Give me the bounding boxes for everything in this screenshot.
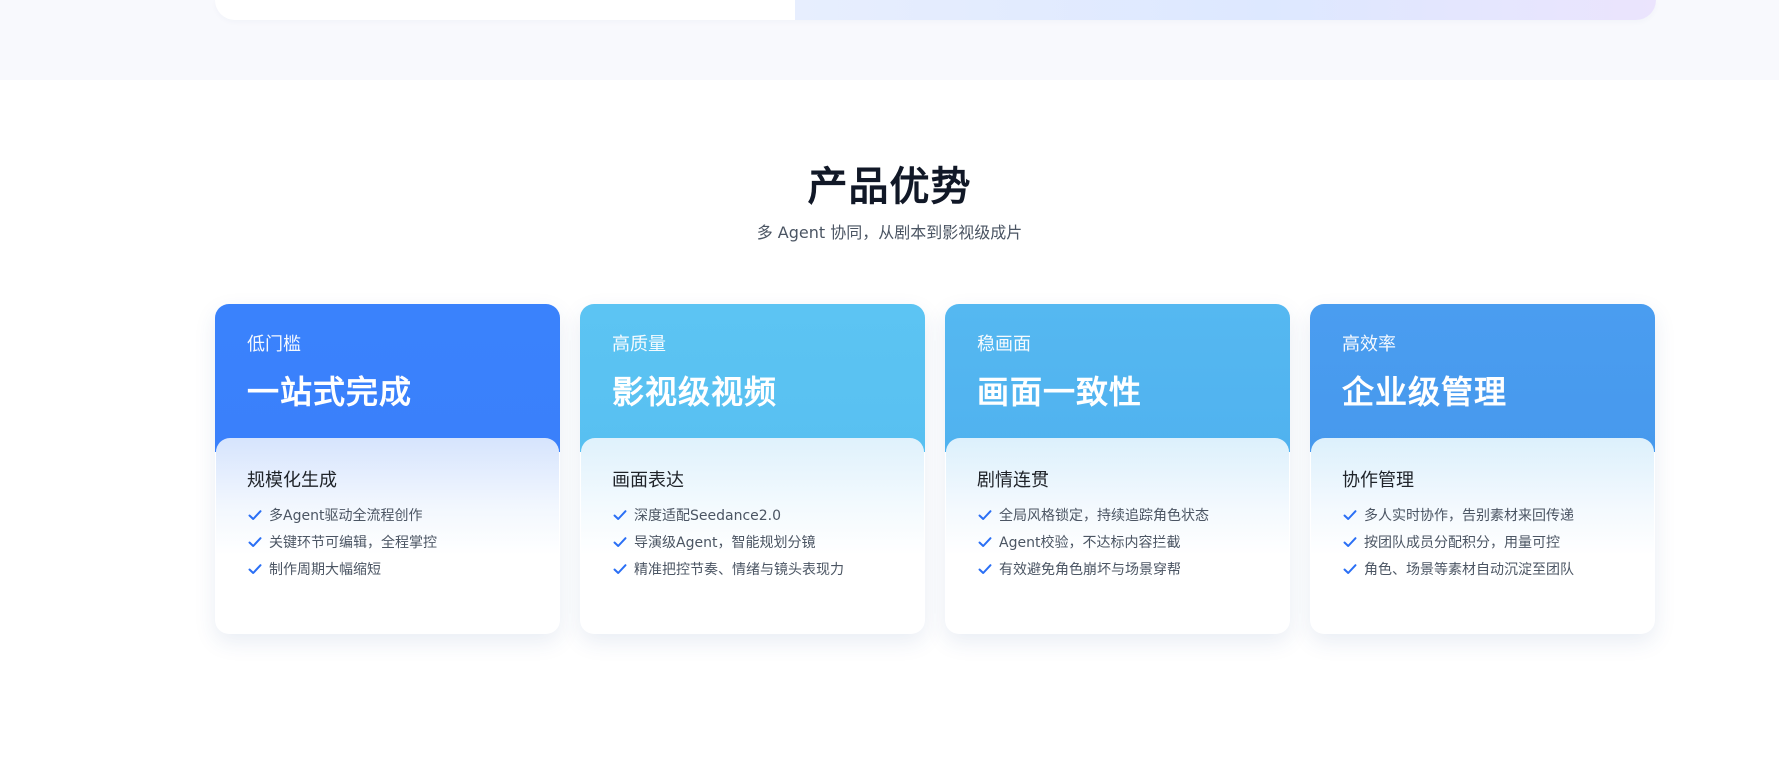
card-body-title: 协作管理 xyxy=(1342,470,1414,491)
card-body: 剧情连贯 全局风格锁定，持续追踪角色状态 Agent校验，不达标内容拦截 有效避… xyxy=(946,438,1289,633)
card-headline: 影视级视频 xyxy=(612,373,778,411)
check-icon xyxy=(1342,534,1358,550)
card-body: 画面表达 深度适配Seedance2.0 导演级Agent，智能规划分镜 精准把… xyxy=(581,438,924,633)
feature-text: 多人实时协作，告别素材来回传递 xyxy=(1364,507,1574,524)
feature-text: 按团队成员分配积分，用量可控 xyxy=(1364,534,1560,551)
feature-item: 角色、场景等素材自动沉淀至团队 xyxy=(1342,555,1574,582)
feature-item: 按团队成员分配积分，用量可控 xyxy=(1342,528,1574,555)
feature-item: 精准把控节奏、情绪与镜头表现力 xyxy=(612,555,844,582)
feature-item: 全局风格锁定，持续追踪角色状态 xyxy=(977,501,1209,528)
feature-list: 多人实时协作，告别素材来回传递 按团队成员分配积分，用量可控 角色、场景等素材自… xyxy=(1342,501,1574,582)
section-subtitle: 多 Agent 协同，从剧本到影视级成片 xyxy=(756,223,1023,242)
feature-text: 精准把控节奏、情绪与镜头表现力 xyxy=(634,561,844,578)
card-body-title: 剧情连贯 xyxy=(977,470,1049,491)
card-headline: 企业级管理 xyxy=(1342,373,1508,411)
feature-text: 制作周期大幅缩短 xyxy=(269,561,381,578)
feature-text: 深度适配Seedance2.0 xyxy=(634,507,782,524)
card-header: 高效率 企业级管理 xyxy=(1310,304,1655,452)
feature-item: 多人实时协作，告别素材来回传递 xyxy=(1342,501,1574,528)
check-icon xyxy=(977,507,993,523)
feature-list: 多Agent驱动全流程创作 关键环节可编辑，全程掌控 制作周期大幅缩短 xyxy=(247,501,437,582)
card-headline: 画面一致性 xyxy=(977,373,1143,411)
feature-text: 导演级Agent，智能规划分镜 xyxy=(634,534,816,551)
card-body: 规模化生成 多Agent驱动全流程创作 关键环节可编辑，全程掌控 制作周期大幅缩… xyxy=(216,438,559,633)
advantage-card-stable-visuals: 稳画面 画面一致性 剧情连贯 全局风格锁定，持续追踪角色状态 Agent校验，不… xyxy=(945,304,1290,634)
check-icon xyxy=(612,507,628,523)
feature-text: 有效避免角色崩坏与场景穿帮 xyxy=(999,561,1181,578)
check-icon xyxy=(612,561,628,577)
card-headline: 一站式完成 xyxy=(247,373,413,411)
feature-item: 多Agent驱动全流程创作 xyxy=(247,501,437,528)
feature-text: 多Agent驱动全流程创作 xyxy=(269,507,423,524)
previous-section-card xyxy=(215,0,1656,20)
card-header: 稳画面 画面一致性 xyxy=(945,304,1290,452)
advantage-card-low-barrier: 低门槛 一站式完成 规模化生成 多Agent驱动全流程创作 关键环节可编辑，全程… xyxy=(215,304,560,634)
feature-item: 关键环节可编辑，全程掌控 xyxy=(247,528,437,555)
check-icon xyxy=(1342,561,1358,577)
card-body: 协作管理 多人实时协作，告别素材来回传递 按团队成员分配积分，用量可控 角色、场… xyxy=(1311,438,1654,633)
card-label: 高质量 xyxy=(612,334,666,355)
card-header: 高质量 影视级视频 xyxy=(580,304,925,452)
card-label: 低门槛 xyxy=(247,334,301,355)
previous-card-left-panel xyxy=(215,0,795,20)
feature-item: 有效避免角色崩坏与场景穿帮 xyxy=(977,555,1209,582)
check-icon xyxy=(247,561,263,577)
previous-card-gradient-panel xyxy=(795,0,1656,20)
advantage-card-high-quality: 高质量 影视级视频 画面表达 深度适配Seedance2.0 导演级Agent，… xyxy=(580,304,925,634)
feature-list: 全局风格锁定，持续追踪角色状态 Agent校验，不达标内容拦截 有效避免角色崩坏… xyxy=(977,501,1209,582)
check-icon xyxy=(612,534,628,550)
check-icon xyxy=(1342,507,1358,523)
previous-section-background xyxy=(0,0,1779,80)
check-icon xyxy=(977,534,993,550)
card-label: 高效率 xyxy=(1342,334,1396,355)
feature-text: 角色、场景等素材自动沉淀至团队 xyxy=(1364,561,1574,578)
advantage-cards: 低门槛 一站式完成 规模化生成 多Agent驱动全流程创作 关键环节可编辑，全程… xyxy=(215,304,1656,634)
check-icon xyxy=(247,534,263,550)
card-body-title: 规模化生成 xyxy=(247,470,337,491)
advantage-card-high-efficiency: 高效率 企业级管理 协作管理 多人实时协作，告别素材来回传递 按团队成员分配积分… xyxy=(1310,304,1655,634)
feature-text: 全局风格锁定，持续追踪角色状态 xyxy=(999,507,1209,524)
feature-item: 导演级Agent，智能规划分镜 xyxy=(612,528,844,555)
card-header: 低门槛 一站式完成 xyxy=(215,304,560,452)
feature-item: 深度适配Seedance2.0 xyxy=(612,501,844,528)
check-icon xyxy=(977,561,993,577)
card-label: 稳画面 xyxy=(977,334,1031,355)
section-title: 产品优势 xyxy=(807,164,972,210)
feature-text: Agent校验，不达标内容拦截 xyxy=(999,534,1181,551)
feature-item: 制作周期大幅缩短 xyxy=(247,555,437,582)
feature-item: Agent校验，不达标内容拦截 xyxy=(977,528,1209,555)
check-icon xyxy=(247,507,263,523)
feature-list: 深度适配Seedance2.0 导演级Agent，智能规划分镜 精准把控节奏、情… xyxy=(612,501,844,582)
feature-text: 关键环节可编辑，全程掌控 xyxy=(269,534,437,551)
card-body-title: 画面表达 xyxy=(612,470,684,491)
